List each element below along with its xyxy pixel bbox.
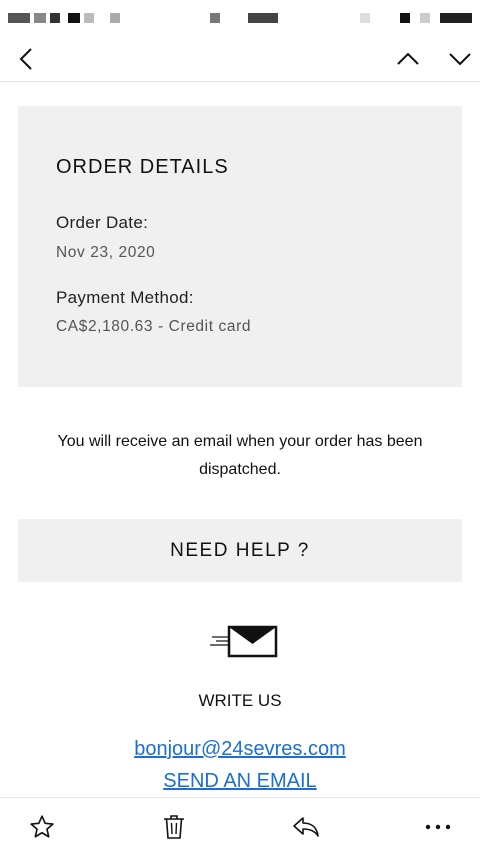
status-blur <box>400 13 410 23</box>
status-blur <box>84 13 94 23</box>
reply-icon <box>293 816 319 837</box>
need-help-button[interactable]: NEED HELP ? <box>18 519 462 582</box>
delete-button[interactable] <box>150 798 198 854</box>
payment-method-label: Payment Method: <box>56 288 194 307</box>
payment-method-value: CA$2,180.63 - Credit card <box>56 318 252 335</box>
star-icon <box>30 814 54 838</box>
status-blur <box>420 13 430 23</box>
order-details-title: ORDER DETAILS <box>56 156 229 178</box>
send-email-link[interactable]: SEND AN EMAIL <box>0 770 480 793</box>
status-blur <box>68 13 80 23</box>
next-message-button[interactable] <box>440 36 480 82</box>
status-blur <box>248 13 278 23</box>
envelope-icon <box>210 625 278 658</box>
trash-icon <box>164 814 184 839</box>
chevron-down-icon <box>449 53 471 66</box>
back-button[interactable] <box>6 36 46 82</box>
status-blur <box>34 13 46 23</box>
reply-button[interactable] <box>282 798 330 854</box>
chevron-up-icon <box>397 52 419 65</box>
dispatch-message: You will receive an email when your orde… <box>57 433 423 478</box>
bottom-toolbar <box>0 797 480 854</box>
status-bar <box>0 0 480 36</box>
chevron-left-icon <box>19 48 32 70</box>
status-blur <box>360 13 370 23</box>
more-button[interactable] <box>414 798 462 854</box>
status-blur <box>110 13 120 23</box>
order-date-value: Nov 23, 2020 <box>56 244 156 261</box>
order-date-label: Order Date: <box>56 213 149 232</box>
flag-button[interactable] <box>18 798 66 854</box>
nav-bar <box>0 36 480 82</box>
previous-message-button[interactable] <box>388 36 428 82</box>
status-blur <box>210 13 220 23</box>
order-details-card: ORDER DETAILS Order Date: Nov 23, 2020 P… <box>18 106 462 387</box>
status-blur <box>50 13 60 23</box>
status-blur <box>440 13 472 23</box>
status-blur <box>8 13 30 23</box>
more-icon <box>425 824 451 829</box>
write-us-label: WRITE US <box>198 691 282 710</box>
email-address-link[interactable]: bonjour@24sevres.com <box>0 738 480 761</box>
